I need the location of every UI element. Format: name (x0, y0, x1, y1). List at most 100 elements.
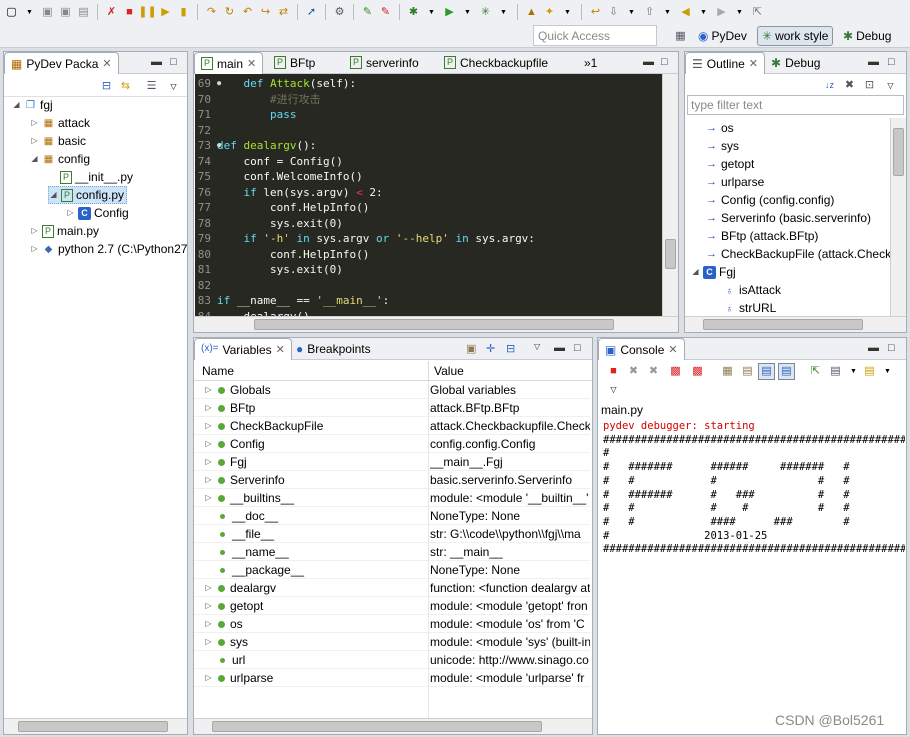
variables-hscrollbar[interactable] (194, 718, 592, 734)
maximize-icon[interactable]: □ (661, 56, 668, 68)
expand-toggle-icon[interactable]: ▷ (204, 579, 213, 597)
code-line[interactable]: 73 ● def dealargv(): (195, 138, 662, 154)
collapse-all-icon[interactable]: ⊡ (862, 78, 877, 93)
maximize-icon[interactable]: □ (574, 342, 581, 354)
table-row[interactable]: ▷ sys module: <module 'sys' (built-in (194, 633, 590, 651)
table-row[interactable]: ▷ __builtins__ module: <module '__builtin_… (194, 489, 590, 507)
expand-toggle-icon[interactable]: ▷ (204, 633, 213, 651)
outline-item[interactable]: → getopt (705, 155, 754, 173)
minimize-icon[interactable]: ▬ (643, 56, 654, 68)
pin-console-icon[interactable]: ⇱ (808, 364, 823, 379)
package-explorer-hscrollbar[interactable] (4, 718, 187, 734)
expand-toggle-icon[interactable]: ▷ (30, 114, 39, 132)
editor-vscrollbar[interactable] (662, 74, 678, 316)
outline-item[interactable]: → os (705, 119, 734, 137)
tab-debug[interactable]: ✱ Debug (765, 52, 826, 74)
disconnect-icon[interactable]: ✗ (104, 5, 119, 20)
scrollbar-thumb[interactable] (703, 319, 863, 330)
console-output[interactable]: pydev debugger: starting ################… (599, 420, 905, 733)
dropdown-arrow-icon[interactable]: ▼ (460, 5, 475, 20)
sort-icon[interactable]: ↓z (822, 78, 837, 93)
tab-outline[interactable]: ☰ Outline ✕ (685, 52, 766, 74)
dropdown-arrow-icon[interactable]: ▼ (560, 5, 575, 20)
show-console-on-stderr-icon[interactable]: ▤ (778, 363, 795, 380)
expand-toggle-icon[interactable]: ▷ (204, 669, 213, 687)
tree-item[interactable]: P __init__.py (48, 168, 133, 186)
save-all-icon[interactable]: ▣ (58, 5, 73, 20)
close-icon[interactable]: ✕ (749, 57, 758, 74)
next-annotation-icon[interactable]: ⇩ (606, 5, 621, 20)
show-type-names-icon[interactable]: ▣ (466, 342, 476, 355)
resume-icon[interactable]: ▶ (158, 5, 173, 20)
maximize-icon[interactable]: □ (888, 56, 895, 68)
outline-item[interactable]: → BFtp (attack.BFtp) (705, 227, 818, 245)
minimize-icon[interactable]: ▬ (868, 342, 879, 354)
close-icon[interactable]: ✕ (247, 57, 256, 74)
outline-item[interactable]: ◢ C Fgj (691, 263, 735, 281)
expand-toggle-icon[interactable]: ▷ (204, 615, 213, 633)
terminate-icon[interactable]: ■ (122, 5, 137, 20)
skip-breakpoints-icon[interactable]: ➚ (304, 5, 319, 20)
dropdown-arrow-icon[interactable]: ▼ (496, 5, 511, 20)
suspend-icon[interactable]: ❚❚ (138, 5, 156, 20)
tree-item[interactable]: ◢ ▦ config (30, 150, 90, 168)
collapse-all-icon[interactable]: ⊟ (506, 342, 515, 355)
tab-breakpoints[interactable]: ● Breakpoints (290, 338, 377, 360)
tab-editor-4[interactable]: »1 (578, 52, 603, 74)
dropdown-arrow-icon[interactable]: ▼ (846, 364, 861, 379)
perspective-work-style[interactable]: ✳ work style (757, 26, 834, 46)
code-line[interactable]: 70 #进行攻击 (195, 92, 662, 108)
tab-editor-0[interactable]: Pmain ✕ (194, 52, 264, 74)
dropdown-arrow-icon[interactable]: ▼ (696, 5, 711, 20)
filters-icon[interactable]: ☰ (144, 79, 159, 94)
dropdown-arrow-icon[interactable]: ▼ (880, 364, 895, 379)
expand-toggle-icon[interactable]: ◢ (30, 150, 39, 168)
outline-filter-input[interactable]: type filter text (687, 95, 904, 115)
previous-annotation-icon[interactable]: ⇧ (642, 5, 657, 20)
scrollbar-thumb[interactable] (665, 239, 676, 269)
scrollbar-thumb[interactable] (18, 721, 168, 732)
close-icon[interactable]: ✕ (276, 343, 285, 360)
expand-toggle-icon[interactable]: ▷ (204, 471, 213, 489)
view-menu-icon[interactable]: ▽ (534, 342, 540, 351)
clear-console-icon[interactable]: ▩ (668, 364, 683, 379)
tab-editor-2[interactable]: Pserverinfo (344, 52, 425, 74)
scrollbar-thumb[interactable] (212, 721, 542, 732)
tab-editor-3[interactable]: P Checkbackupfile (438, 52, 554, 74)
fold-marker-icon[interactable]: ● (217, 76, 221, 92)
expand-toggle-icon[interactable]: ▷ (204, 453, 213, 471)
tab-console[interactable]: ▣ Console ✕ (598, 338, 685, 360)
table-row[interactable]: ▷ Globals Global variables (194, 381, 590, 399)
expand-toggle-icon[interactable]: ▷ (204, 597, 213, 615)
scrollbar-thumb[interactable] (893, 128, 904, 176)
scrollbar-thumb[interactable] (254, 319, 614, 330)
outline-item[interactable]: → urlparse (705, 173, 764, 191)
maximize-icon[interactable]: □ (888, 342, 895, 354)
tree-item[interactable]: ◢ ❐ fgj (12, 96, 52, 114)
step-over-icon[interactable]: ↻ (222, 5, 237, 20)
search-icon[interactable]: ✦ (542, 5, 557, 20)
step-return-icon[interactable]: ↶ (240, 5, 255, 20)
code-line[interactable]: 72 (195, 123, 662, 139)
minimize-icon[interactable]: ▬ (868, 56, 879, 68)
outline-item[interactable]: → sys (705, 137, 739, 155)
code-line[interactable]: 77 conf.HelpInfo() (195, 200, 662, 216)
close-icon[interactable]: ✕ (668, 343, 677, 360)
column-divider[interactable] (428, 361, 429, 381)
minimize-icon[interactable]: ▬ (151, 56, 162, 68)
view-menu-icon[interactable]: ▽ (166, 79, 181, 94)
tab-editor-1[interactable]: P BFtp (268, 52, 321, 74)
step-into-icon[interactable]: ↷ (204, 5, 219, 20)
dropdown-arrow-icon[interactable]: ▼ (424, 5, 439, 20)
drop-to-frame-icon[interactable]: ▮ (176, 5, 191, 20)
code-line[interactable]: 76 if len(sys.argv) < 2: (195, 185, 662, 201)
minimize-icon[interactable]: ▬ (554, 342, 565, 354)
table-row[interactable]: ▷ getopt module: <module 'getopt' fron (194, 597, 590, 615)
fold-marker-icon[interactable]: ● (217, 138, 221, 154)
outline-item[interactable]: → CheckBackupFile (attack.Checkb (705, 245, 890, 263)
use-step-filters-icon[interactable]: ⇄ (276, 5, 291, 20)
table-row[interactable]: ▷ Fgj __main__.Fgj (194, 453, 590, 471)
code-line[interactable]: 84 dealargv() (195, 309, 662, 317)
dropdown-arrow-icon[interactable]: ▼ (624, 5, 639, 20)
show-logical-structure-icon[interactable]: ✛ (486, 342, 495, 355)
